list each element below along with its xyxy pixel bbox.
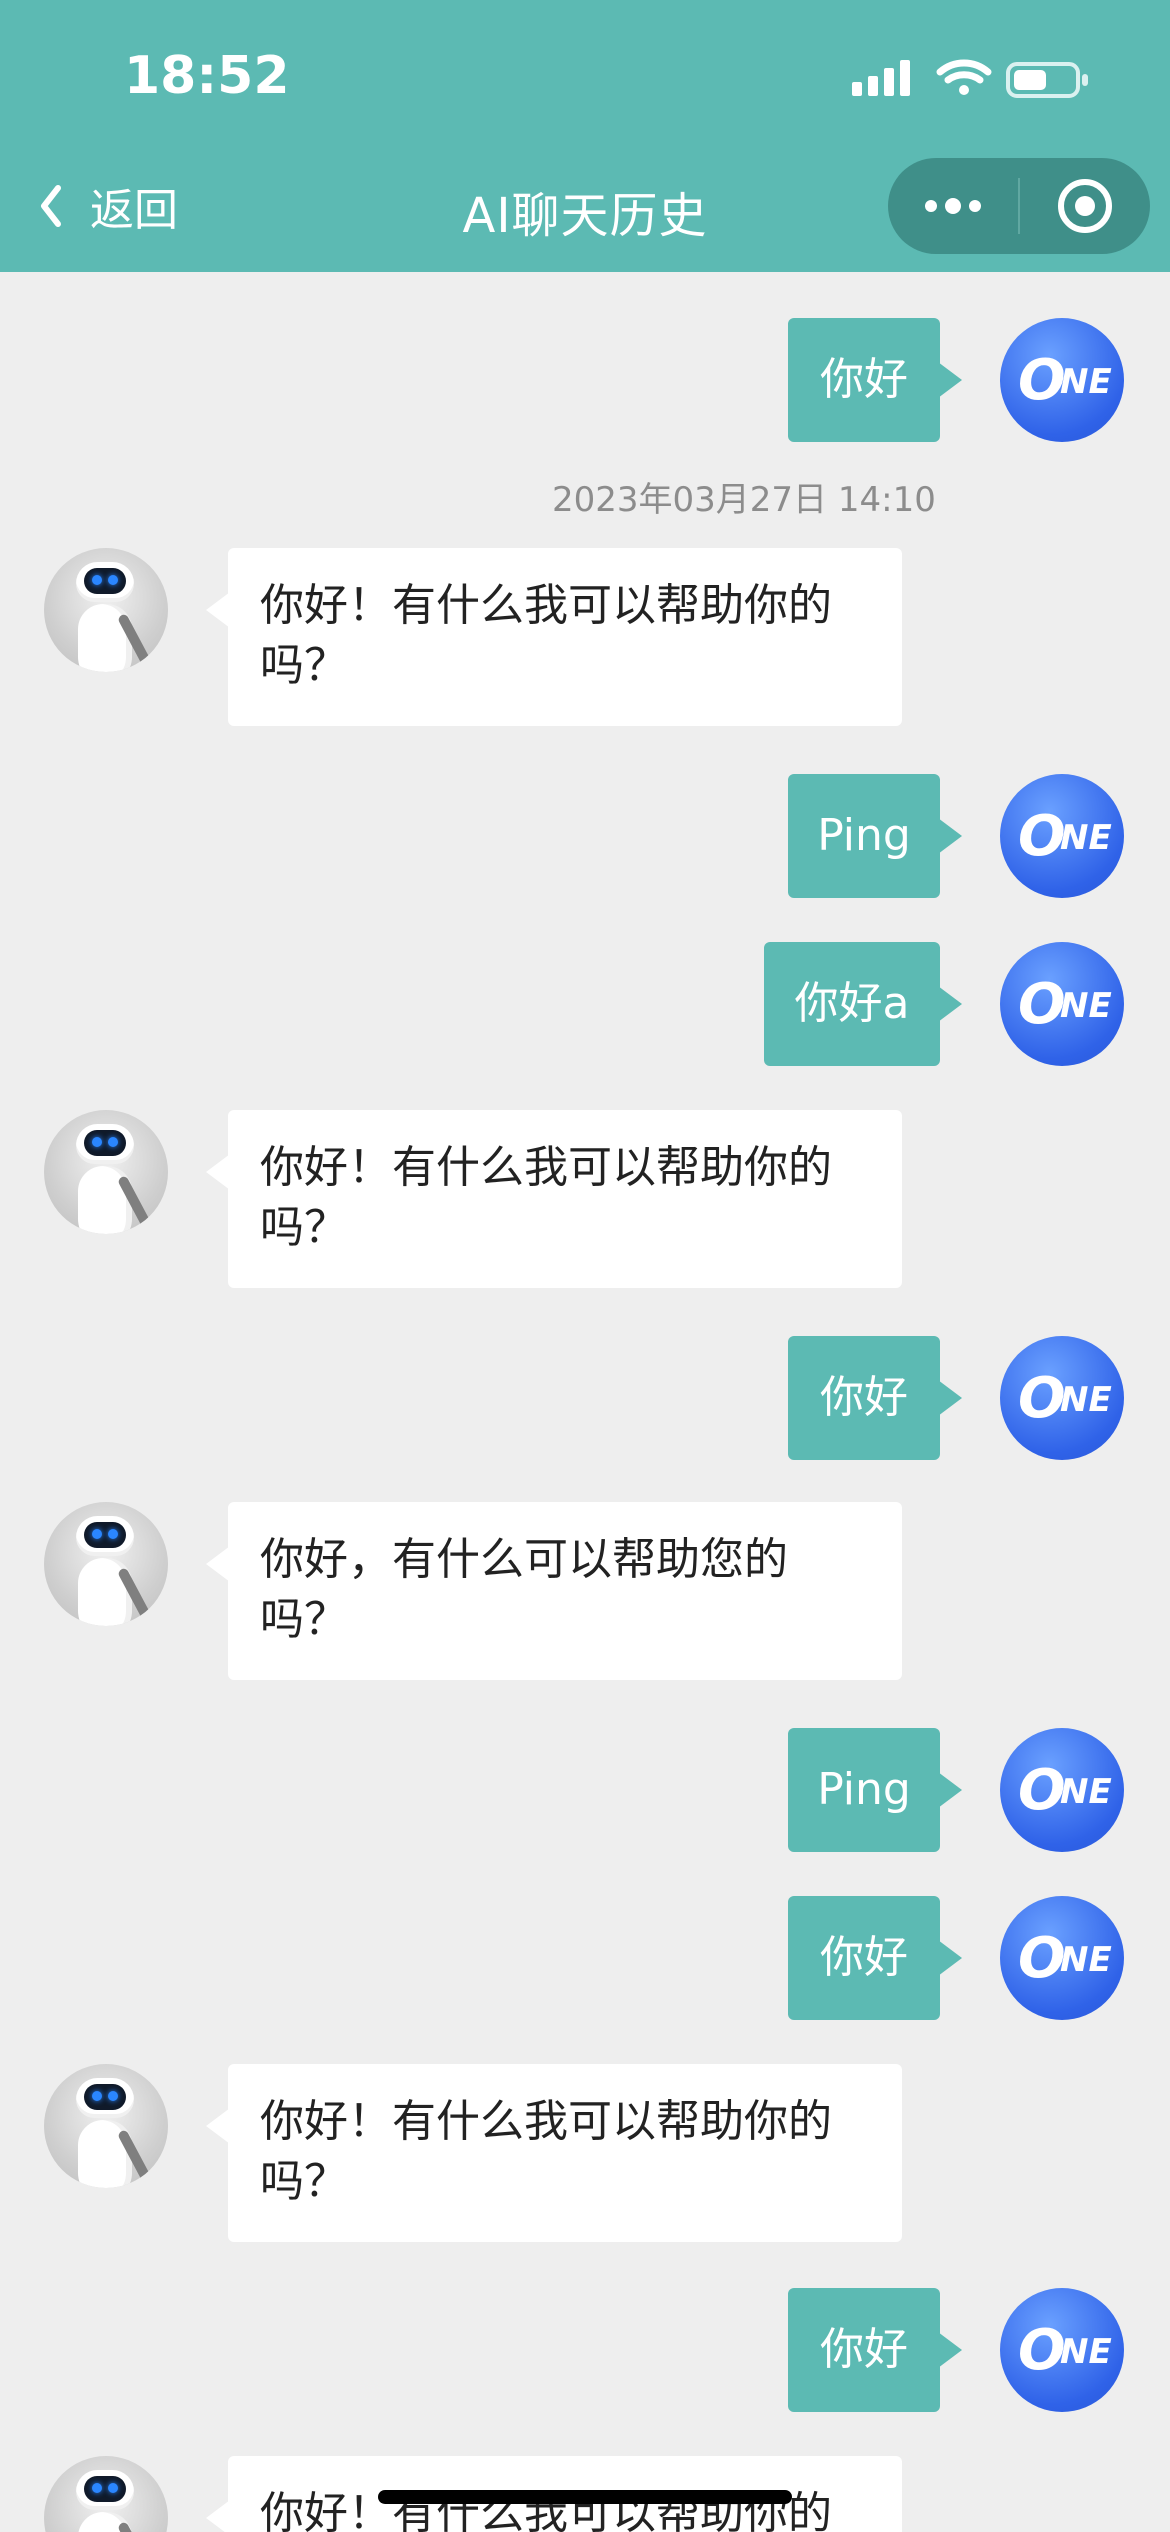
bot-avatar-eye bbox=[92, 1137, 102, 1147]
user-avatar-logo: O bbox=[1018, 2318, 1066, 2383]
message-text: 你好 bbox=[820, 1371, 908, 1423]
bot-avatar-face bbox=[84, 568, 126, 594]
status-time: 18:52 bbox=[124, 46, 290, 106]
bot-avatar-eye bbox=[108, 2483, 118, 2493]
user-avatar[interactable]: O NE bbox=[1000, 2288, 1124, 2412]
user-avatar[interactable]: O NE bbox=[1000, 942, 1124, 1066]
user-message-bubble: Ping bbox=[788, 1728, 962, 1852]
message-text: Ping bbox=[817, 1763, 911, 1815]
signal-icon bbox=[852, 60, 910, 96]
status-icons bbox=[852, 59, 1088, 98]
user-avatar-logo-ne: NE bbox=[1060, 986, 1112, 1026]
bot-avatar-face bbox=[84, 1130, 126, 1156]
message-text: 你好！有什么我可以帮助你的吗？ bbox=[260, 2096, 832, 2207]
more-button[interactable] bbox=[888, 158, 1018, 254]
user-message-bubble: 你好 bbox=[788, 1896, 962, 2020]
user-avatar-logo: O bbox=[1018, 1926, 1066, 1991]
user-message-bubble: 你好 bbox=[788, 2288, 962, 2412]
message-text: 你好 bbox=[820, 353, 908, 405]
bot-avatar[interactable] bbox=[44, 548, 168, 672]
bot-message-bubble: 你好，有什么可以帮助您的吗？ bbox=[206, 1502, 902, 1680]
bot-avatar-face bbox=[84, 1522, 126, 1548]
user-avatar-logo: O bbox=[1018, 972, 1066, 1037]
chat-scroll-area[interactable]: 你好 O NE 2023年03月27日 14:10 你好！有什么我可以帮助你的吗… bbox=[0, 272, 1170, 2532]
message-text: 你好 bbox=[820, 1931, 908, 1983]
record-button[interactable] bbox=[1020, 158, 1150, 254]
user-avatar-logo: O bbox=[1018, 348, 1066, 413]
bot-message-bubble: 你好！有什么我可以帮助你的吗？ bbox=[206, 548, 902, 726]
user-avatar-logo-ne: NE bbox=[1060, 818, 1112, 858]
message-text: 你好 bbox=[820, 2323, 908, 2375]
bot-avatar-face bbox=[84, 2476, 126, 2502]
user-avatar-logo-ne: NE bbox=[1060, 362, 1112, 402]
user-avatar-logo-ne: NE bbox=[1060, 2332, 1112, 2372]
bot-avatar[interactable] bbox=[44, 1502, 168, 1626]
bot-avatar-eye bbox=[92, 1529, 102, 1539]
bot-avatar-face bbox=[84, 2084, 126, 2110]
home-indicator bbox=[378, 2490, 792, 2504]
user-avatar[interactable]: O NE bbox=[1000, 1728, 1124, 1852]
header: 18:52 返回 AI聊天历史 bbox=[0, 0, 1170, 272]
message-timestamp: 2023年03月27日 14:10 bbox=[552, 480, 936, 520]
bot-avatar[interactable] bbox=[44, 2456, 168, 2532]
bot-avatar-eye bbox=[92, 575, 102, 585]
bot-avatar-arm bbox=[116, 2521, 154, 2532]
message-text: 你好！有什么我可以帮助你的吗？ bbox=[260, 580, 832, 691]
more-icon bbox=[925, 198, 981, 214]
bot-message-bubble: 你好！有什么我可以帮助你的吗？ bbox=[206, 1110, 902, 1288]
bot-message-bubble: 你好！有什么我可以帮助你的吗？ bbox=[206, 2064, 902, 2242]
user-avatar-logo: O bbox=[1018, 1758, 1066, 1823]
bot-avatar-eye bbox=[108, 2091, 118, 2101]
user-avatar[interactable]: O NE bbox=[1000, 774, 1124, 898]
user-avatar[interactable]: O NE bbox=[1000, 1336, 1124, 1460]
bot-avatar[interactable] bbox=[44, 2064, 168, 2188]
user-message-bubble: 你好 bbox=[788, 318, 962, 442]
bot-avatar-eye bbox=[92, 2091, 102, 2101]
user-avatar-logo: O bbox=[1018, 804, 1066, 869]
user-avatar-logo-ne: NE bbox=[1060, 1772, 1112, 1812]
user-message-bubble: 你好 bbox=[788, 1336, 962, 1460]
message-text: 你好！有什么我可以帮助你的吗？ bbox=[260, 1142, 832, 1253]
message-text: 你好，有什么可以帮助您的吗？ bbox=[260, 1534, 788, 1645]
user-avatar-logo: O bbox=[1018, 1366, 1066, 1431]
bot-avatar-eye bbox=[92, 2483, 102, 2493]
user-message-bubble: 你好a bbox=[764, 942, 962, 1066]
wifi-icon bbox=[936, 59, 992, 95]
bot-avatar-eye bbox=[108, 1529, 118, 1539]
user-avatar-logo-ne: NE bbox=[1060, 1940, 1112, 1980]
bot-avatar-eye bbox=[108, 1137, 118, 1147]
user-avatar[interactable]: O NE bbox=[1000, 318, 1124, 442]
message-text: 你好a bbox=[794, 977, 910, 1029]
bot-avatar-eye bbox=[108, 575, 118, 585]
chat-history-page: 18:52 返回 AI聊天历史 你好 O NE 2023年03月27日 14:1… bbox=[0, 0, 1170, 2532]
capsule-divider bbox=[1018, 178, 1020, 234]
record-icon bbox=[1058, 179, 1112, 233]
user-message-bubble: Ping bbox=[788, 774, 962, 898]
user-avatar[interactable]: O NE bbox=[1000, 1896, 1124, 2020]
mini-program-capsule bbox=[888, 158, 1150, 254]
battery-icon bbox=[1006, 62, 1088, 98]
message-text: Ping bbox=[817, 809, 911, 861]
bot-avatar[interactable] bbox=[44, 1110, 168, 1234]
user-avatar-logo-ne: NE bbox=[1060, 1380, 1112, 1420]
